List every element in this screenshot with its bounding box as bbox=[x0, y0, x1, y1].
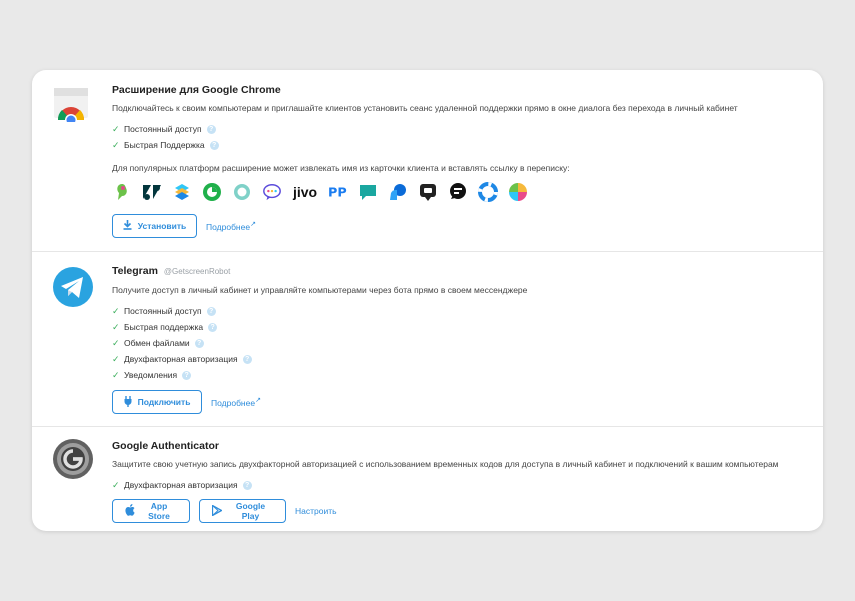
chrome-title: Расширение для Google Chrome bbox=[112, 84, 281, 96]
authenticator-description: Защитите свою учетную запись двухфакторн… bbox=[112, 459, 779, 469]
help-icon[interactable]: ? bbox=[182, 370, 192, 380]
help-icon[interactable]: ? bbox=[206, 306, 216, 316]
telegram-handle: @GetscreenRobot bbox=[163, 267, 231, 276]
app-store-button[interactable]: App Store bbox=[112, 499, 190, 523]
apple-icon bbox=[125, 504, 135, 518]
check-icon: ✓ bbox=[112, 321, 120, 332]
check-icon: ✓ bbox=[112, 353, 120, 364]
feature-item: ✓ Постоянный доступ ? bbox=[112, 121, 803, 137]
platform-parrot-icon bbox=[112, 182, 132, 202]
platform-jivo-icon: jivo bbox=[292, 184, 318, 200]
chrome-description: Подключайтесь к своим компьютерам и приг… bbox=[112, 103, 738, 113]
google-authenticator-section: Google Authenticator Защитите свою учетн… bbox=[32, 427, 823, 531]
platform-zendesk-icon bbox=[142, 182, 162, 202]
help-icon[interactable]: ? bbox=[208, 322, 218, 332]
integrations-card: Расширение для Google Chrome Подключайте… bbox=[32, 70, 823, 531]
platform-dark-square-chat-icon bbox=[418, 182, 438, 202]
platforms-text: Для популярных платформ расширение может… bbox=[112, 163, 570, 173]
authenticator-title: Google Authenticator bbox=[112, 440, 219, 452]
platform-ring-icon bbox=[232, 182, 252, 202]
help-icon[interactable]: ? bbox=[209, 140, 219, 150]
platform-blue-bubbles-icon bbox=[388, 182, 408, 202]
feature-item: ✓ Быстрая поддержка? bbox=[112, 319, 803, 335]
svg-text:PP: PP bbox=[328, 185, 347, 200]
google-play-icon bbox=[211, 503, 223, 518]
check-icon: ✓ bbox=[112, 123, 120, 134]
help-icon[interactable]: ? bbox=[194, 338, 204, 348]
platform-colorful-icon bbox=[508, 182, 528, 202]
platform-bitrix-icon bbox=[172, 182, 192, 202]
check-icon: ✓ bbox=[112, 369, 120, 380]
platform-teal-chat-icon bbox=[358, 182, 378, 202]
external-link-icon: ↗ bbox=[250, 221, 256, 229]
check-icon: ✓ bbox=[112, 305, 120, 316]
chrome-extension-section: Расширение для Google Chrome Подключайте… bbox=[32, 70, 823, 252]
platform-dark-round-chat-icon bbox=[448, 182, 468, 202]
download-icon bbox=[123, 220, 132, 232]
help-icon[interactable]: ? bbox=[242, 480, 252, 490]
check-icon: ✓ bbox=[112, 139, 120, 150]
authenticator-setup-link[interactable]: Настроить bbox=[295, 506, 337, 516]
telegram-logo bbox=[52, 266, 94, 313]
platform-chat-dots-icon bbox=[262, 182, 282, 202]
plug-icon bbox=[124, 395, 132, 409]
telegram-title: Telegram bbox=[112, 265, 158, 277]
install-button[interactable]: Установить bbox=[112, 214, 197, 238]
check-icon: ✓ bbox=[112, 337, 120, 348]
check-icon: ✓ bbox=[112, 479, 120, 490]
platforms-list: jivo PP bbox=[112, 181, 803, 203]
feature-item: ✓ Уведомления? bbox=[112, 367, 803, 383]
google-play-button[interactable]: Google Play bbox=[199, 499, 286, 523]
feature-item: ✓ Постоянный доступ? bbox=[112, 303, 803, 319]
feature-item: ✓ Быстрая Поддержка ? bbox=[112, 137, 803, 153]
telegram-more-link[interactable]: Подробнее↗ bbox=[211, 396, 261, 408]
chrome-more-link[interactable]: Подробнее↗ bbox=[206, 220, 256, 232]
telegram-description: Получите доступ в личный кабинет и управ… bbox=[112, 285, 528, 295]
help-icon[interactable]: ? bbox=[242, 354, 252, 364]
chrome-store-logo bbox=[52, 86, 90, 127]
feature-item: ✓ Двухфакторная авторизация? bbox=[112, 351, 803, 367]
feature-item: ✓ Обмен файлами? bbox=[112, 335, 803, 351]
platform-green-circle-icon bbox=[202, 182, 222, 202]
connect-button[interactable]: Подключить bbox=[112, 390, 202, 414]
external-link-icon: ↗ bbox=[255, 397, 261, 405]
telegram-section: Telegram @GetscreenRobot Получите доступ … bbox=[32, 252, 823, 427]
feature-item: ✓ Двухфакторная авторизация? bbox=[112, 477, 803, 493]
google-authenticator-logo bbox=[52, 438, 94, 485]
platform-pp-icon: PP bbox=[328, 182, 348, 202]
platform-lifebuoy-icon bbox=[478, 182, 498, 202]
help-icon[interactable]: ? bbox=[206, 124, 216, 134]
